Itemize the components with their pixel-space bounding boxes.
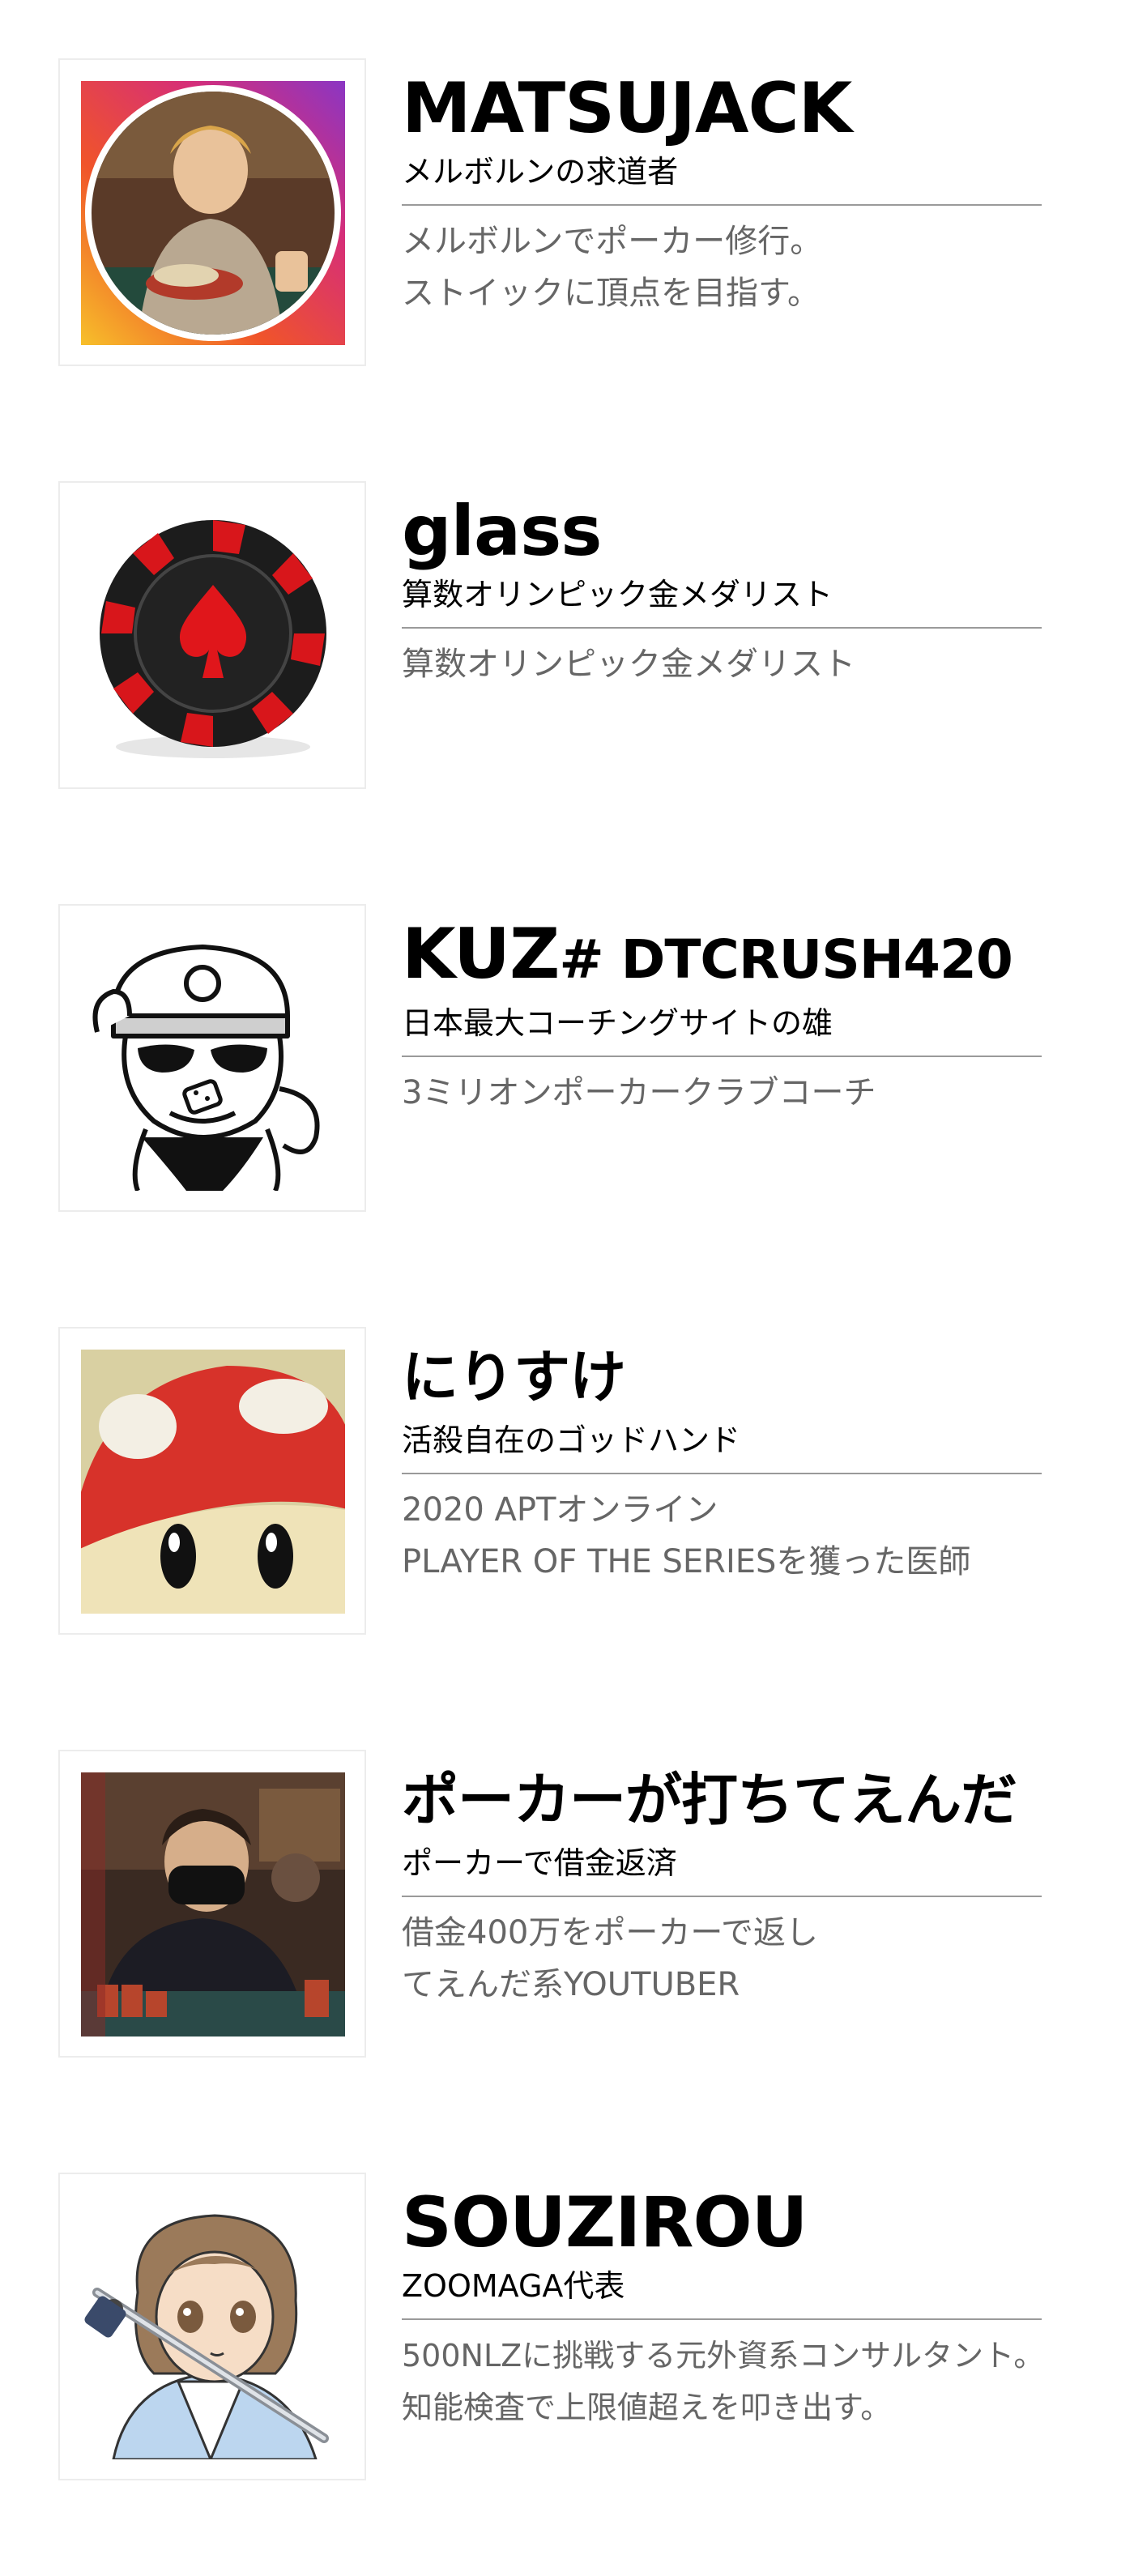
divider	[402, 204, 1042, 206]
divider	[402, 1056, 1042, 1057]
profile-subtitle: 活殺自在のゴッドハンド	[402, 1422, 741, 1458]
profile-card: にりすけ 活殺自在のゴッドハンド 2020 APTオンライン PLAYER OF…	[0, 1327, 1134, 1651]
profile-name: にりすけ	[402, 1344, 626, 1410]
anime-samurai-avatar-icon	[81, 2195, 345, 2459]
profile-avatar	[58, 904, 366, 1212]
profile-name: ポーカーが打ちてえんだ	[402, 1767, 1017, 1833]
profile-name: KUZ# DTCRUSH420	[402, 914, 1013, 995]
profile-subtitle: 日本最大コーチングサイトの雄	[402, 1005, 833, 1041]
profile-subtitle: ZOOMAGA代表	[402, 2268, 625, 2304]
profile-name: MATSUJACK	[402, 68, 852, 149]
masked-player-photo-icon	[81, 1772, 345, 2036]
profile-card: MATSUJACK メルボルンの求道者 メルボルンでポーカー修行。 ストイックに…	[0, 58, 1134, 382]
profile-description: 2020 APTオンライン PLAYER OF THE SERIESを獲った医師	[402, 1491, 971, 1580]
profile-description: 3ミリオンポーカークラブコーチ	[402, 1074, 876, 1111]
profile-card: glass 算数オリンピック金メダリスト 算数オリンピック金メダリスト	[0, 481, 1134, 805]
portrait-avatar-icon	[81, 81, 345, 345]
profile-subtitle: ポーカーで借金返済	[402, 1845, 677, 1881]
profile-description: 算数オリンピック金メダリスト	[402, 646, 855, 683]
profile-subtitle: メルボルンの求道者	[402, 154, 679, 190]
profile-name: glass	[402, 491, 602, 572]
divider	[402, 2318, 1042, 2320]
monkey-with-sunglasses-icon	[81, 927, 345, 1191]
profile-description: 借金400万をポーカーで返し てえんだ系YOUTUBER	[402, 1914, 818, 2003]
divider	[402, 1473, 1042, 1474]
profile-avatar	[58, 1750, 366, 2058]
profile-description: メルボルンでポーカー修行。 ストイックに頂点を目指す。	[402, 223, 823, 312]
poker-chip-spade-icon	[81, 504, 345, 768]
profile-card: KUZ# DTCRUSH420 日本最大コーチングサイトの雄 3ミリオンポーカー…	[0, 904, 1134, 1228]
mushroom-avatar-icon	[81, 1350, 345, 1614]
divider	[402, 1896, 1042, 1897]
profile-card: SOUZIROU ZOOMAGA代表 500NLZに挑戦する元外資系コンサルタン…	[0, 2173, 1134, 2497]
profile-description: 500NLZに挑戦する元外資系コンサルタント。 知能検査で上限値超えを叩き出す。	[402, 2338, 1045, 2425]
profile-avatar	[58, 1327, 366, 1635]
profile-subtitle: 算数オリンピック金メダリスト	[402, 577, 833, 612]
profile-name-suffix: # DTCRUSH420	[559, 928, 1013, 991]
profile-name: SOUZIROU	[402, 2182, 808, 2263]
profile-list: MATSUJACK メルボルンの求道者 メルボルンでポーカー修行。 ストイックに…	[0, 0, 1134, 2576]
profile-avatar	[58, 481, 366, 789]
profile-avatar	[58, 2173, 366, 2480]
divider	[402, 627, 1042, 629]
profile-avatar	[58, 58, 366, 366]
profile-card: ポーカーが打ちてえんだ ポーカーで借金返済 借金400万をポーカーで返し てえん…	[0, 1750, 1134, 2074]
